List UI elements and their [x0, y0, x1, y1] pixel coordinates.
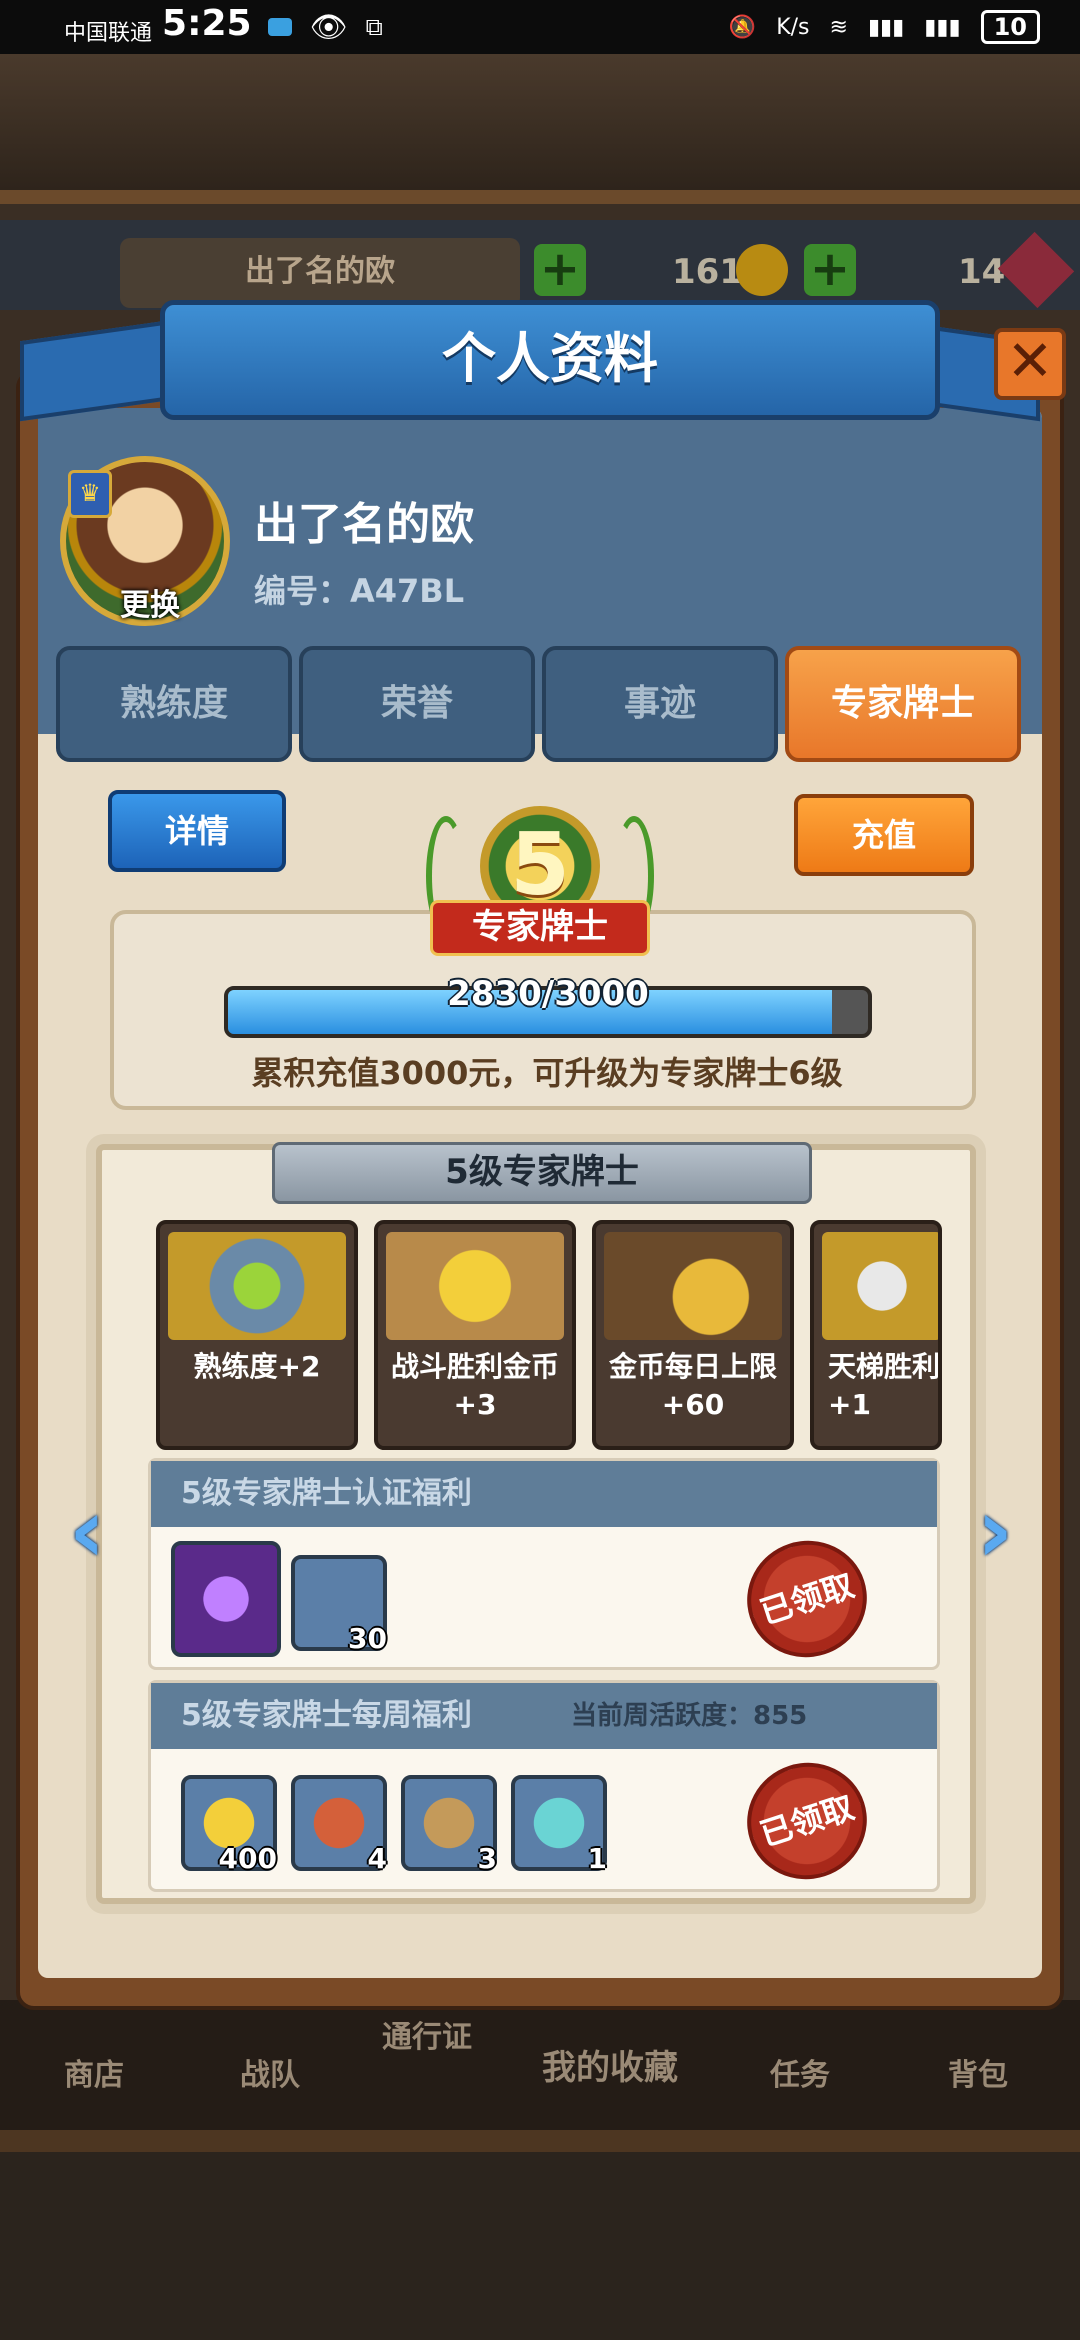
vip-title: 专家牌士	[430, 900, 650, 956]
benefit-text: 金币每日上限+60	[608, 1350, 777, 1421]
crown-icon: ♛	[68, 470, 112, 518]
nfc-icon: ⧉	[365, 13, 383, 41]
benefit-card[interactable]: 战斗胜利金币+3	[374, 1220, 576, 1450]
dragon-avatar-icon[interactable]	[171, 1541, 281, 1657]
card-pack-icon[interactable]: 30	[291, 1555, 387, 1655]
change-avatar-label[interactable]: 更换	[100, 580, 200, 624]
net-speed: K/s	[776, 14, 810, 40]
progress-value: 2830/3000	[447, 974, 649, 1014]
treasure-chest-icon[interactable]: 4	[291, 1775, 387, 1875]
player-id: 编号：A47BL	[254, 572, 465, 610]
close-button[interactable]: ✕	[994, 328, 1066, 400]
game-nav-bg	[0, 2000, 1080, 2340]
claimed-seal: 已领取	[732, 1747, 882, 1895]
item-count: 30	[348, 1622, 387, 1655]
vip-badge: 5 专家牌士	[420, 796, 660, 976]
treasure-chest-icon	[604, 1232, 782, 1340]
weekly-section: 5级专家牌士每周福利 当前周活跃度：855 400 4 3 1 已领取	[148, 1680, 940, 1895]
nav-bag[interactable]: 背包	[948, 2050, 1008, 2094]
gold-coin-hand-icon	[386, 1232, 564, 1340]
tab-expert[interactable]: 专家牌士	[785, 646, 1021, 762]
benefits-header: 5级专家牌士	[272, 1142, 812, 1204]
tab-honor[interactable]: 荣誉	[299, 646, 535, 762]
nav-divider	[0, 2130, 1080, 2152]
benefit-text: 战斗胜利金币+3	[390, 1350, 559, 1421]
signal-icon: ▮▮▮	[867, 14, 905, 40]
weekly-activity: 当前周活跃度：855	[571, 1701, 808, 1731]
weekly-title: 5级专家牌士每周福利	[181, 1698, 472, 1733]
certification-section: 5级专家牌士认证福利 30 已领取	[148, 1458, 940, 1673]
add-coins-button[interactable]: +	[534, 244, 586, 296]
player-name: 出了名的欧	[254, 499, 474, 550]
battery-icon: 10	[980, 10, 1040, 44]
benefit-card[interactable]: 天梯胜利积分+1	[810, 1220, 942, 1450]
item-count: 400	[218, 1842, 277, 1875]
signal-icon-2: ▮▮▮	[924, 14, 961, 40]
trophy-icon	[822, 1232, 938, 1340]
nav-shop[interactable]: 商店	[64, 2050, 124, 2094]
nav-team[interactable]: 战队	[240, 2050, 300, 2094]
nav-strip	[0, 2000, 1080, 2130]
hud-gems: 14	[958, 252, 1006, 292]
benefit-text: 天梯胜利积分+1	[828, 1350, 941, 1421]
weekly-title-row: 5级专家牌士每周福利 当前周活跃度：855	[151, 1683, 937, 1749]
game-header-bg	[0, 54, 1080, 204]
tab-proficiency[interactable]: 熟练度	[56, 646, 292, 762]
benefit-card[interactable]: 熟练度+2	[156, 1220, 358, 1450]
claimed-seal: 已领取	[732, 1525, 882, 1673]
chevron-right-icon[interactable]: ›	[968, 1487, 1022, 1576]
app-icon	[267, 18, 292, 36]
item-count: 3	[477, 1842, 497, 1875]
progress-hint: 累积充值3000元，可升级为专家牌士6级	[251, 1054, 843, 1092]
benefit-card[interactable]: 金币每日上限+60	[592, 1220, 794, 1450]
card-pack-icon[interactable]: 3	[401, 1775, 497, 1875]
banner-tail-left	[20, 318, 180, 422]
carrier-label: 中国联通	[64, 21, 153, 46]
status-bar: 中国联通 5:25 👁 ⧉ 🔕 K/s ≋ ▮▮▮ ▮▮▮ 10	[0, 0, 1080, 54]
ticket-icon[interactable]: 1	[511, 1775, 607, 1875]
close-icon: ✕	[1006, 329, 1054, 394]
status-right: 🔕 K/s ≋ ▮▮▮ ▮▮▮ 10	[729, 10, 1040, 44]
certification-title: 5级专家牌士认证福利	[151, 1461, 937, 1527]
dialog-banner: 个人资料	[20, 300, 1060, 430]
eye-icon: 👁	[309, 9, 348, 45]
add-gems-button[interactable]: +	[804, 244, 856, 296]
hud-player-name: 出了名的欧	[120, 238, 520, 308]
nav-tasks[interactable]: 任务	[770, 2050, 830, 2094]
tab-deeds[interactable]: 事迹	[542, 646, 778, 762]
mute-icon: 🔕	[728, 14, 757, 40]
wifi-icon: ≋	[829, 14, 848, 40]
item-count: 1	[587, 1842, 607, 1875]
benefits-panel: 5级专家牌士 熟练度+2 战斗胜利金币+3 金币每日上限+60 天梯胜利积分+1…	[96, 1142, 976, 1904]
chevron-left-icon[interactable]: ‹	[60, 1487, 114, 1576]
hud-coins: 161	[672, 252, 743, 292]
nav-pass[interactable]: 通行证	[382, 2012, 472, 2056]
clock: 5:25	[162, 2, 252, 44]
item-count: 4	[367, 1842, 387, 1875]
nav-collection[interactable]: 我的收藏	[542, 2040, 678, 2089]
gold-coin-icon[interactable]: 400	[181, 1775, 277, 1875]
dialog-title: 个人资料	[160, 300, 940, 420]
recharge-button[interactable]: 充值	[794, 794, 974, 876]
detail-button[interactable]: 详情	[108, 790, 286, 872]
status-icons: 👁 ⧉	[267, 9, 383, 45]
arrow-up-shield-icon	[168, 1232, 346, 1340]
benefit-text: 熟练度+2	[193, 1350, 321, 1383]
coin-icon	[736, 244, 788, 296]
